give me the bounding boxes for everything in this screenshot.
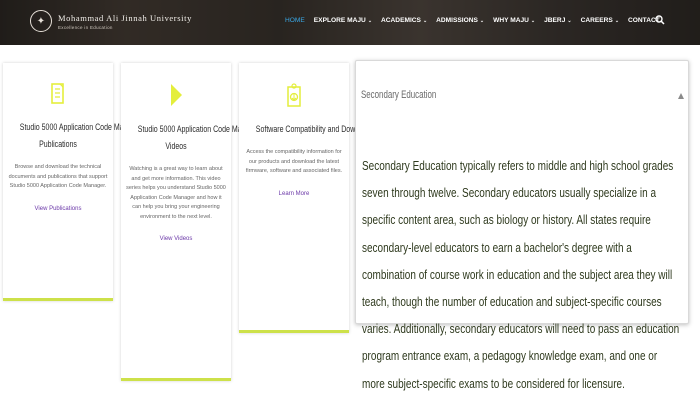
chevron-down-icon: ⌄ [479, 17, 485, 24]
publications-card: Studio 5000 Application Code Manager Pub… [3, 63, 142, 301]
nav-label: JBERJ [544, 17, 566, 24]
scroll-up-icon[interactable] [678, 93, 684, 99]
chevron-down-icon: ⌄ [367, 17, 373, 24]
logo-tagline: Excellence in Education [58, 24, 113, 30]
nav-label: CAREERS [580, 17, 613, 24]
nav-why-maju[interactable]: WHY MAJU ⌄ [493, 17, 535, 24]
card-title-line: Videos [165, 141, 187, 151]
nav-label: ADMISSIONS [436, 17, 478, 24]
chevron-down-icon: ⌄ [567, 17, 572, 24]
software-card: Software Compatibility and Downloads Acc… [239, 63, 376, 333]
card-title: Software Compatibility and Downloads [255, 121, 376, 138]
nav-admissions[interactable]: ADMISSIONS ⌄ [436, 17, 484, 24]
play-icon [171, 84, 182, 106]
panel-body: Secondary Education typically refers to … [362, 159, 680, 391]
nav-label: HOME [285, 17, 305, 24]
chevron-down-icon: ⌄ [422, 17, 428, 24]
nav-jberj[interactable]: JBERJ ⌄ [544, 17, 571, 24]
chevron-down-icon: ⌄ [614, 17, 620, 24]
search-icon[interactable] [655, 15, 665, 25]
card-title-line: Studio 5000 Application Code Manager [137, 124, 260, 134]
card-description: Browse and download the technical docume… [8, 164, 108, 189]
nav-label: EXPLORE MAJU [313, 17, 366, 24]
site-header: ✦ Mohammad Ali Jinnah University Excelle… [0, 0, 700, 45]
nav-academics[interactable]: ACADEMICS ⌄ [381, 17, 427, 24]
university-logo[interactable]: ✦ Mohammad Ali Jinnah University Excelle… [30, 10, 192, 32]
logo-name: Mohammad Ali Jinnah University [58, 12, 192, 23]
nav-home[interactable]: HOME [285, 17, 305, 24]
learn-more-link[interactable]: Learn More [279, 191, 310, 197]
videos-card: Studio 5000 Application Code Manager Vid… [121, 63, 260, 381]
view-publications-link[interactable]: View Publications [35, 206, 82, 212]
card-description: Access the compatibility information for… [245, 149, 343, 174]
view-videos-link[interactable]: View Videos [160, 236, 193, 242]
crest-icon: ✦ [30, 10, 52, 32]
logo-text: Mohammad Ali Jinnah University Excellenc… [58, 13, 192, 30]
panel-title: Secondary Education [361, 89, 437, 101]
card-title-line: Studio 5000 Application Code Manager [19, 122, 142, 132]
nav-explore-maju[interactable]: EXPLORE MAJU ⌄ [314, 17, 372, 24]
card-title: Studio 5000 Application Code Manager Pub… [19, 119, 142, 153]
document-icon [51, 83, 64, 104]
card-title-line: Publications [39, 139, 77, 149]
chevron-down-icon: ⌄ [530, 17, 536, 24]
card-title: Studio 5000 Application Code Manager Vid… [137, 121, 260, 155]
nav-label: ACADEMICS [381, 17, 421, 24]
card-description: Watching is a great way to learn about a… [126, 166, 226, 220]
download-icon [287, 83, 301, 107]
nav-careers[interactable]: CAREERS ⌄ [581, 17, 619, 24]
card-title-line: Software Compatibility and Downloads [255, 124, 376, 134]
nav-label: WHY MAJU [493, 17, 529, 24]
main-nav: HOME EXPLORE MAJU ⌄ ACADEMICS ⌄ ADMISSIO… [285, 17, 669, 24]
